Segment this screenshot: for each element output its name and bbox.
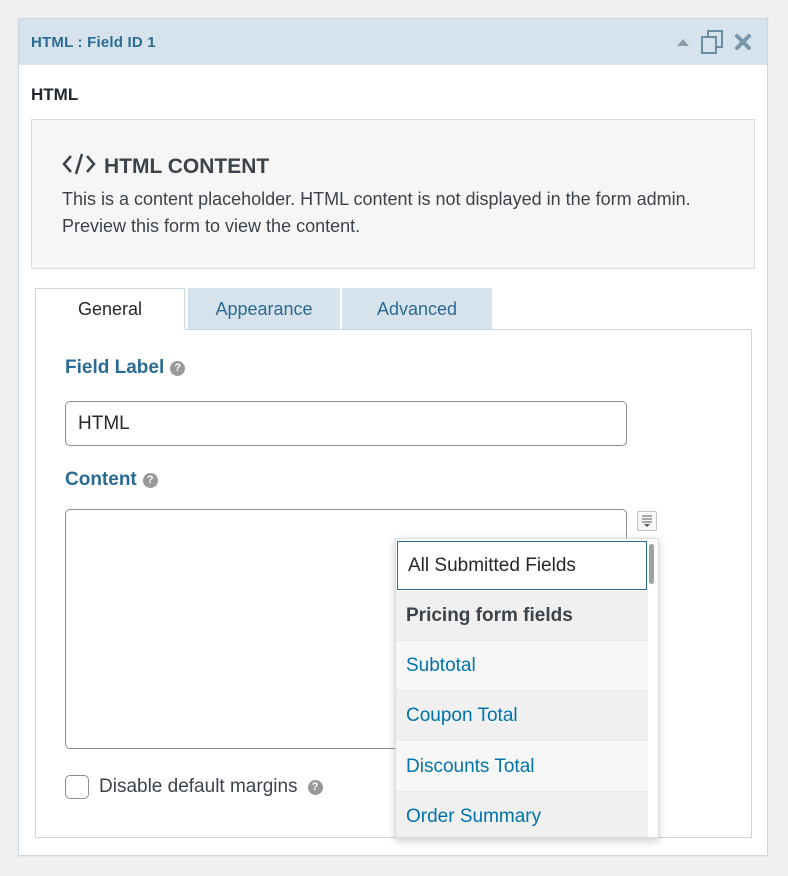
content-heading: Content ? [65, 469, 158, 491]
tab-advanced[interactable]: Advanced [342, 288, 492, 330]
placeholder-description: This is a content placeholder. HTML cont… [62, 189, 691, 236]
disable-margins-row: Disable default margins ? [65, 775, 323, 799]
field-label-heading: Field Label ? [65, 357, 186, 379]
header-actions [675, 29, 753, 55]
tab-appearance[interactable]: Appearance [188, 288, 340, 330]
merge-tag-group-pricing: Pricing form fields [396, 591, 648, 641]
merge-tag-coupon-total[interactable]: Coupon Total [396, 691, 648, 741]
dropdown-scrollbar[interactable] [648, 539, 656, 837]
field-label-text: Field Label [65, 357, 165, 378]
help-icon[interactable]: ? [142, 472, 158, 488]
disable-margins-label: Disable default margins [99, 776, 298, 797]
field-type-heading: HTML [31, 85, 79, 104]
content-label-text: Content [65, 469, 137, 490]
scrollbar-thumb[interactable] [649, 544, 654, 584]
merge-tags-dropdown: All Submitted Fields Pricing form fields… [395, 538, 659, 838]
tab-general[interactable]: General [35, 288, 185, 330]
list-icon [642, 515, 652, 527]
merge-tag-subtotal[interactable]: Subtotal [396, 641, 648, 691]
help-icon[interactable]: ? [170, 360, 186, 376]
html-content-placeholder: HTML CONTENT This is a content placehold… [31, 119, 755, 269]
merge-tag-order-summary[interactable]: Order Summary [396, 792, 648, 837]
merge-tags-button[interactable] [637, 511, 657, 531]
code-icon [62, 152, 96, 182]
disable-margins-checkbox[interactable] [65, 775, 89, 799]
panel-title: HTML : Field ID 1 [31, 34, 156, 51]
placeholder-title-text: HTML CONTENT [104, 155, 270, 178]
field-label-input[interactable] [65, 401, 627, 446]
duplicate-icon[interactable] [699, 29, 725, 55]
placeholder-title: HTML CONTENT [62, 152, 269, 182]
collapse-icon[interactable] [675, 34, 691, 50]
merge-tag-all-submitted-fields[interactable]: All Submitted Fields [397, 541, 647, 590]
merge-tag-discounts-total[interactable]: Discounts Total [396, 742, 648, 792]
panel-header: HTML : Field ID 1 [19, 19, 767, 65]
help-icon[interactable]: ? [307, 779, 323, 795]
delete-icon[interactable] [733, 32, 753, 52]
